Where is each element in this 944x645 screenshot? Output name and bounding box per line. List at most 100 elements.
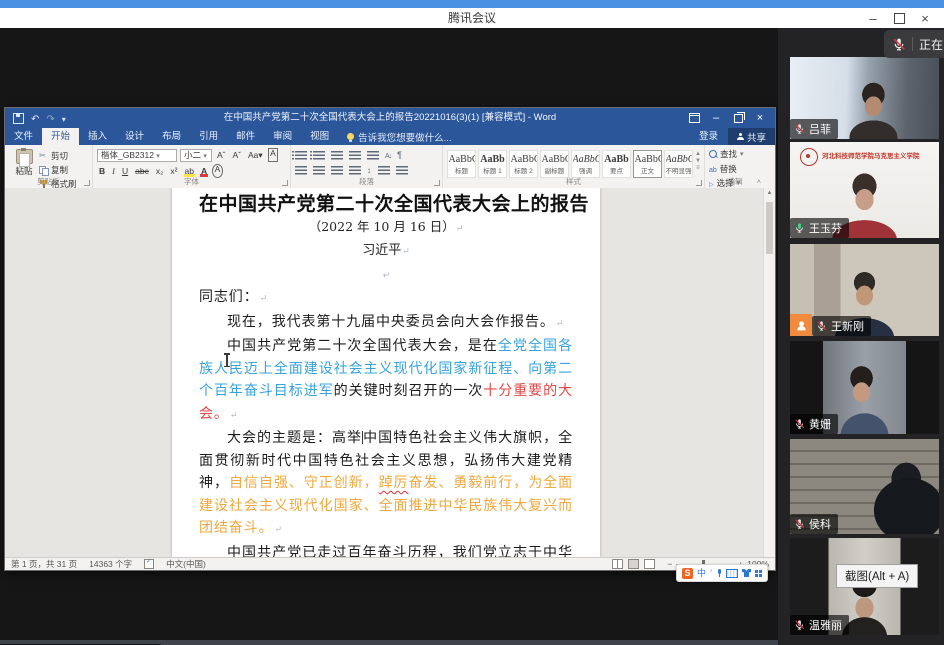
zoom-out-button[interactable]: −: [667, 559, 672, 569]
style-subtle-emphasis[interactable]: AaBbC不明显强调: [664, 150, 693, 178]
decrease-indent-button[interactable]: [349, 151, 361, 160]
word-window: 在中国共产党第二十次全国代表大会上的报告20221016(3)(1) [兼容模式…: [5, 108, 775, 570]
find-label: 查找: [720, 148, 737, 160]
copy-button[interactable]: 复制: [39, 164, 77, 176]
justify-button[interactable]: [349, 166, 361, 175]
style-strong[interactable]: AaBb要点: [602, 150, 631, 178]
style-subtitle[interactable]: AaBbC副标题: [540, 150, 569, 178]
participant-tile[interactable]: 黄姗: [790, 341, 939, 434]
numbering-button[interactable]: [313, 151, 325, 160]
borders-button[interactable]: [396, 166, 408, 175]
scroll-up-icon[interactable]: ▲: [764, 188, 775, 198]
paragraph-mark: [229, 406, 238, 422]
cut-button[interactable]: 剪切: [39, 150, 77, 162]
styles-scroll-down-icon[interactable]: ▼: [695, 158, 701, 164]
recording-indicator[interactable]: 正在: [884, 30, 944, 58]
word-menubar: 文件 开始 插入 设计 布局 引用 邮件 审阅 视图 告诉我您想要做什么... …: [5, 128, 775, 145]
tab-layout[interactable]: 布局: [153, 128, 190, 145]
sign-in-button[interactable]: 登录: [689, 128, 728, 145]
close-button[interactable]: ×: [912, 8, 938, 28]
toolbox-icon[interactable]: [755, 570, 762, 577]
font-dialog-launcher[interactable]: [282, 180, 288, 186]
tab-mailings[interactable]: 邮件: [227, 128, 264, 145]
word-minimize-button[interactable]: –: [705, 108, 727, 128]
change-case-button[interactable]: Aa▾: [246, 149, 265, 161]
font-size-select[interactable]: 小二 ▾: [180, 149, 212, 162]
tab-design[interactable]: 设计: [116, 128, 153, 145]
bullets-button[interactable]: [295, 151, 307, 160]
skin-icon[interactable]: [742, 569, 751, 577]
ribbon-display-options-button[interactable]: [683, 108, 705, 128]
save-icon[interactable]: [13, 113, 24, 124]
voice-input-icon[interactable]: [716, 569, 722, 577]
paragraph-dialog-launcher[interactable]: [434, 180, 440, 186]
word-restore-button[interactable]: [727, 108, 749, 128]
character-border-button[interactable]: A: [268, 148, 279, 162]
print-layout-button[interactable]: [628, 559, 639, 569]
replace-button[interactable]: 替换: [709, 163, 761, 175]
styles-scroll-up-icon[interactable]: ▲: [695, 151, 701, 157]
style-preview: AaBbC: [666, 154, 692, 165]
web-layout-button[interactable]: [644, 559, 655, 569]
tab-view[interactable]: 视图: [301, 128, 338, 145]
multilevel-list-button[interactable]: [331, 151, 343, 160]
read-mode-button[interactable]: [612, 559, 623, 569]
vertical-scrollbar[interactable]: ▲: [763, 188, 775, 557]
styles-group: AaBbC标题 AaBb标题 1 AaBbC标题 2 AaBbC副标题 AaBb…: [443, 145, 705, 188]
word-count[interactable]: 14363 个字: [89, 558, 132, 570]
styles-dialog-launcher[interactable]: [696, 180, 702, 186]
sort-button[interactable]: [385, 150, 391, 160]
tab-insert[interactable]: 插入: [79, 128, 116, 145]
sogou-logo-icon[interactable]: S: [682, 568, 693, 579]
style-title[interactable]: AaBbC标题: [447, 150, 476, 178]
soft-keyboard-icon[interactable]: [726, 569, 738, 578]
language-indicator[interactable]: 中文(中国): [166, 558, 206, 570]
participant-tile[interactable]: 河北科技师范学院马克思主义学院 王玉芬: [790, 142, 939, 238]
page-indicator[interactable]: 第 1 页，共 31 页: [11, 558, 77, 570]
share-button[interactable]: 共享: [728, 128, 775, 145]
align-right-button[interactable]: [331, 166, 343, 175]
qat-dropdown-icon[interactable]: [62, 109, 66, 127]
maximize-button[interactable]: [886, 8, 912, 28]
line-spacing-button[interactable]: [367, 165, 372, 175]
punctuation-icon[interactable]: ’: [710, 565, 712, 581]
align-center-button[interactable]: [313, 166, 325, 175]
scrollbar-thumb[interactable]: [766, 202, 773, 254]
word-close-button[interactable]: ×: [749, 108, 771, 128]
find-button[interactable]: 查找 ▾: [709, 148, 761, 160]
redo-icon[interactable]: [46, 109, 54, 127]
participant-tile[interactable]: 吕菲: [790, 57, 939, 139]
font-family-select[interactable]: 楷体_GB2312 ▾: [97, 149, 177, 162]
show-marks-button[interactable]: [397, 150, 402, 160]
style-name: 强调: [579, 165, 592, 175]
proofing-icon[interactable]: [144, 559, 154, 569]
participant-tile[interactable]: 王新刚: [790, 244, 939, 336]
minimize-button[interactable]: –: [860, 8, 886, 28]
collapse-ribbon-icon[interactable]: ˄: [757, 179, 761, 186]
increase-indent-button[interactable]: [367, 151, 379, 160]
document-page[interactable]: 在中国共产党第二十次全国代表大会上的报告 （2022 年 10 月 16 日） …: [172, 188, 600, 557]
align-left-button[interactable]: [295, 166, 307, 175]
shading-button[interactable]: [378, 166, 390, 175]
style-name: 要点: [610, 165, 623, 175]
styles-gallery-expand-icon[interactable]: ≡: [696, 165, 700, 171]
style-normal[interactable]: AaBbCc正文: [633, 150, 662, 178]
recording-label: 正在: [919, 36, 943, 53]
style-emphasis[interactable]: AaBbC强调: [571, 150, 600, 178]
tab-references[interactable]: 引用: [190, 128, 227, 145]
participant-tile[interactable]: 侯科: [790, 439, 939, 534]
undo-icon[interactable]: [31, 109, 39, 127]
tab-review[interactable]: 审阅: [264, 128, 301, 145]
clipboard-dialog-launcher[interactable]: [84, 180, 90, 186]
mic-muted-icon: [794, 418, 805, 430]
paste-button[interactable]: 粘贴: [9, 148, 39, 177]
shrink-font-button[interactable]: Aˇ: [231, 149, 244, 161]
tab-file[interactable]: 文件: [5, 128, 42, 145]
tell-me-box[interactable]: 告诉我您想要做什么...: [338, 128, 460, 145]
style-heading2[interactable]: AaBbC标题 2: [509, 150, 538, 178]
tab-home[interactable]: 开始: [42, 128, 79, 145]
grow-font-button[interactable]: Aˆ: [215, 149, 228, 161]
chinese-mode-icon[interactable]: 中: [697, 565, 706, 581]
doc-body: 同志们： 现在，我代表第十九届中央委员会向大会作报告。 中国共产党第二十次全国代…: [199, 286, 573, 557]
style-heading1[interactable]: AaBb标题 1: [478, 150, 507, 178]
